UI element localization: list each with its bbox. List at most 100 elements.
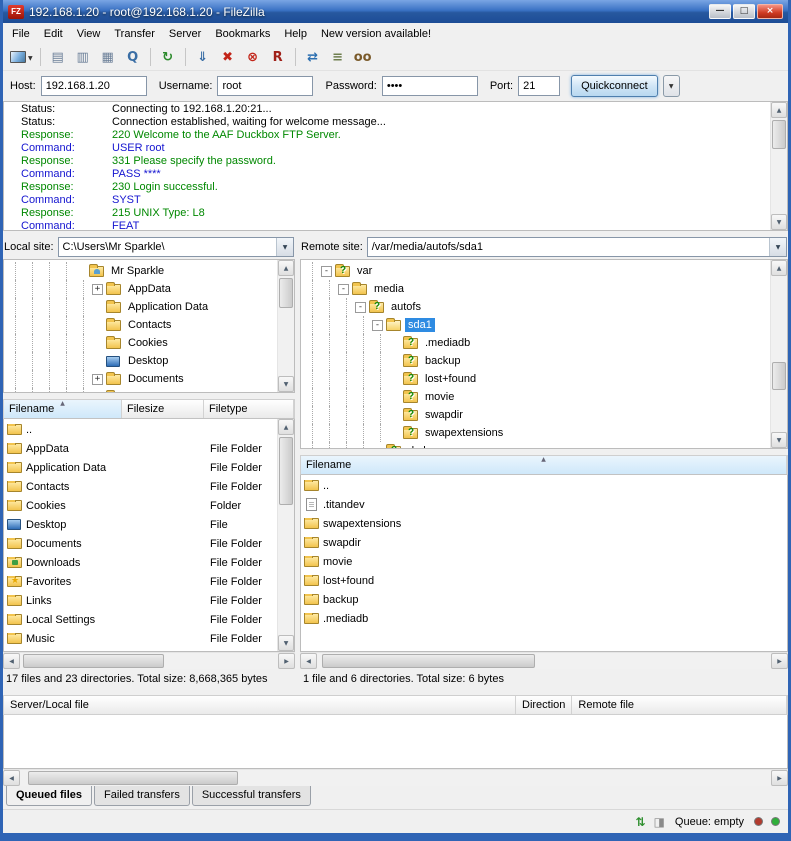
scrollbar-thumb[interactable]: [772, 120, 786, 149]
remote-tree-item-media[interactable]: -media: [304, 280, 767, 298]
maximize-button[interactable]: □: [733, 4, 755, 19]
toggle-message-log-button[interactable]: ▤: [46, 46, 70, 69]
menu-server[interactable]: Server: [162, 26, 208, 42]
local-tree-item-desktop[interactable]: Desktop: [7, 352, 274, 370]
tab-queued-files[interactable]: Queued files: [6, 786, 92, 806]
remote-tree-item-var[interactable]: -var: [304, 262, 767, 280]
scroll-right-icon[interactable]: [771, 653, 788, 669]
local-tree-item-application-data[interactable]: Application Data: [7, 298, 274, 316]
toggle-queue-button[interactable]: Q: [121, 46, 145, 69]
filter-icon[interactable]: ◨: [654, 816, 665, 828]
local-file-row-downloads[interactable]: DownloadsFile Folder: [4, 553, 277, 572]
remote-file-row-backup[interactable]: backup: [301, 590, 787, 609]
tab-successful-transfers[interactable]: Successful transfers: [192, 786, 311, 806]
expand-plus-icon[interactable]: +: [92, 392, 103, 394]
menu-bookmarks[interactable]: Bookmarks: [208, 26, 277, 42]
menu-transfer[interactable]: Transfer: [107, 26, 162, 42]
username-input[interactable]: [217, 76, 313, 96]
remote-tree-item-sda1[interactable]: -sda1: [304, 316, 767, 334]
remote-tree-item-lost-found[interactable]: lost+found: [304, 370, 767, 388]
scroll-down-icon[interactable]: [771, 432, 787, 448]
local-file-row-local-settings[interactable]: Local SettingsFile Folder: [4, 610, 277, 629]
local-tree-item-mr-sparkle[interactable]: Mr Sparkle: [7, 262, 274, 280]
scroll-up-icon[interactable]: [278, 260, 294, 276]
remote-tree-item-backup[interactable]: backup: [304, 352, 767, 370]
expand-minus-icon[interactable]: -: [338, 284, 349, 295]
local-column-filename[interactable]: Filename: [4, 400, 122, 418]
compare-directories-button[interactable]: ⇄: [301, 46, 325, 69]
local-tree-item-documents[interactable]: +Documents: [7, 370, 274, 388]
local-tree-scrollbar[interactable]: [277, 260, 294, 392]
toggle-remote-tree-button[interactable]: ▦: [96, 46, 120, 69]
title-bar[interactable]: FZ 192.168.1.20 - root@192.168.1.20 - Fi…: [3, 0, 788, 23]
expand-minus-icon[interactable]: -: [355, 302, 366, 313]
remote-tree-item-dvd[interactable]: dvd: [304, 442, 767, 449]
local-file-row-cookies[interactable]: CookiesFolder: [4, 496, 277, 515]
scroll-down-icon[interactable]: [771, 214, 787, 230]
scroll-left-icon[interactable]: [3, 653, 20, 669]
scrollbar-thumb[interactable]: [772, 362, 786, 390]
queue-column-remote-file[interactable]: Remote file: [572, 696, 787, 714]
menu-file[interactable]: File: [5, 26, 37, 42]
scroll-down-icon[interactable]: [278, 635, 294, 651]
local-site-combo[interactable]: C:\Users\Mr Sparkle\: [58, 237, 294, 257]
scroll-left-icon[interactable]: [3, 770, 20, 786]
expand-minus-icon[interactable]: -: [321, 266, 332, 277]
remote-file-row-titandev[interactable]: .titandev: [301, 495, 787, 514]
local-file-row-links[interactable]: LinksFile Folder: [4, 591, 277, 610]
scrollbar-thumb[interactable]: [279, 278, 293, 308]
remote-list-hscrollbar[interactable]: [300, 652, 788, 669]
menu-new-version-available[interactable]: New version available!: [314, 26, 438, 42]
local-tree-item-cookies[interactable]: Cookies: [7, 334, 274, 352]
remote-tree-item-autofs[interactable]: -autofs: [304, 298, 767, 316]
scroll-up-icon[interactable]: [278, 419, 294, 435]
speed-limits-icon[interactable]: ⇅: [636, 816, 646, 828]
reconnect-button[interactable]: R: [266, 46, 290, 69]
local-file-row-music[interactable]: MusicFile Folder: [4, 629, 277, 648]
remote-column-filename[interactable]: Filename: [301, 456, 787, 474]
queue-column-direction[interactable]: Direction: [516, 696, 572, 714]
remote-tree-item-swapdir[interactable]: swapdir: [304, 406, 767, 424]
scrollbar-thumb[interactable]: [279, 437, 293, 505]
close-button[interactable]: ×: [757, 4, 783, 19]
local-column-filesize[interactable]: Filesize: [122, 400, 204, 418]
remote-file-row-swapextensions[interactable]: swapextensions: [301, 514, 787, 533]
remote-file-row-item[interactable]: ..: [301, 476, 787, 495]
local-tree-item-downloads[interactable]: +Downloads: [7, 388, 274, 393]
process-queue-button[interactable]: ⇓: [191, 46, 215, 69]
scroll-left-icon[interactable]: [300, 653, 317, 669]
remote-tree-item-movie[interactable]: movie: [304, 388, 767, 406]
remote-tree-item-swapextensions[interactable]: swapextensions: [304, 424, 767, 442]
scroll-up-icon[interactable]: [771, 260, 787, 276]
menu-help[interactable]: Help: [277, 26, 314, 42]
remote-file-row-lost-found[interactable]: lost+found: [301, 571, 787, 590]
scroll-right-icon[interactable]: [771, 770, 788, 786]
local-list-hscrollbar[interactable]: [3, 652, 295, 669]
chevron-down-icon[interactable]: [276, 238, 293, 256]
host-input[interactable]: [41, 76, 147, 96]
scrollbar-thumb[interactable]: [23, 654, 165, 668]
minimize-button[interactable]: —: [709, 4, 731, 19]
remote-tree-item-mediadb[interactable]: .mediadb: [304, 334, 767, 352]
log-scrollbar[interactable]: [770, 102, 787, 230]
local-column-filetype[interactable]: Filetype: [204, 400, 294, 418]
expand-plus-icon[interactable]: +: [92, 374, 103, 385]
local-file-row-contacts[interactable]: ContactsFile Folder: [4, 477, 277, 496]
scrollbar-thumb[interactable]: [28, 771, 238, 785]
tab-failed-transfers[interactable]: Failed transfers: [94, 786, 190, 806]
local-list-scrollbar[interactable]: [277, 419, 294, 651]
refresh-button[interactable]: ↻: [156, 46, 180, 69]
local-tree-item-appdata[interactable]: +AppData: [7, 280, 274, 298]
queue-hscrollbar[interactable]: [3, 769, 788, 786]
synchronized-browsing-button[interactable]: ≡: [326, 46, 350, 69]
cancel-button[interactable]: ✖: [216, 46, 240, 69]
local-tree-item-contacts[interactable]: Contacts: [7, 316, 274, 334]
queue-column-server-local-file[interactable]: Server/Local file: [4, 696, 516, 714]
chevron-down-icon[interactable]: [769, 238, 786, 256]
password-input[interactable]: [382, 76, 478, 96]
expand-plus-icon[interactable]: +: [92, 284, 103, 295]
remote-file-row-mediadb[interactable]: .mediadb: [301, 609, 787, 628]
local-file-row-application-data[interactable]: Application DataFile Folder: [4, 458, 277, 477]
scroll-right-icon[interactable]: [278, 653, 295, 669]
expand-minus-icon[interactable]: -: [372, 320, 383, 331]
